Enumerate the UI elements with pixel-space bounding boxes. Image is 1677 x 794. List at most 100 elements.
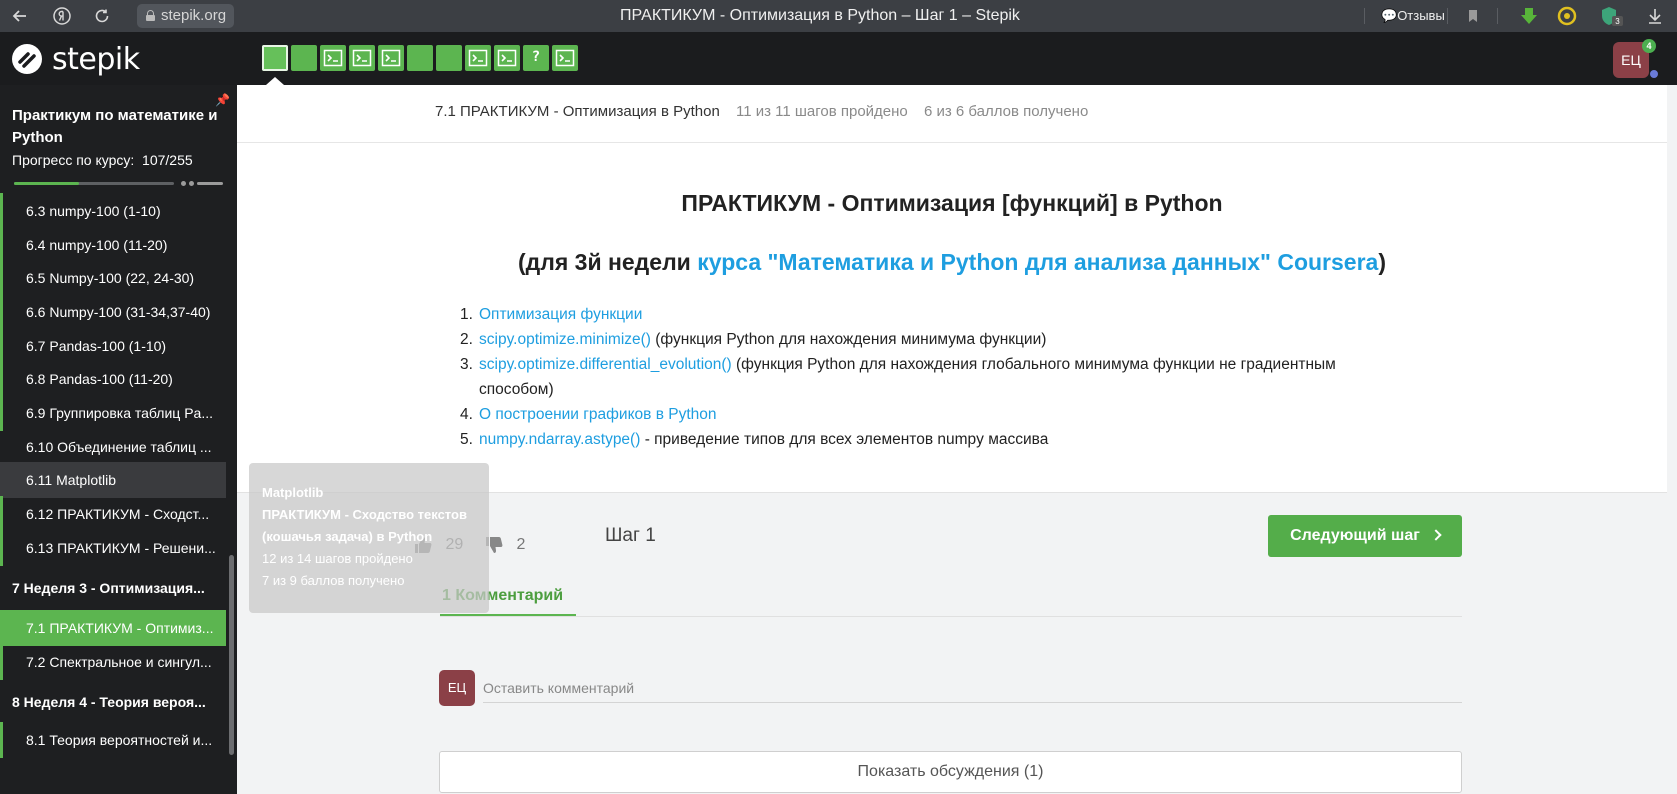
resource-description: - приведение типов для всех элементов nu… <box>640 431 1049 448</box>
sidebar-section[interactable]: 7 Неделя 3 - Оптимизация... <box>0 570 226 608</box>
resource-link[interactable]: scipy.optimize.differential_evolution() <box>479 356 732 373</box>
tooltip-steps: 12 из 14 шагов пройдено <box>262 551 413 566</box>
course-sidebar: 📌 Практикум по математике и Python Прогр… <box>0 85 237 794</box>
step-5-code[interactable] <box>378 45 404 71</box>
yandex-icon[interactable] <box>52 6 72 26</box>
dislikes-count: 2 <box>516 536 526 553</box>
terminal-icon <box>497 49 517 67</box>
lesson-title[interactable]: 7.1 ПРАКТИКУМ - Оптимизация в Python <box>435 103 720 120</box>
sidebar-lesson-item[interactable]: 6.5 Numpy-100 (22, 24-30) <box>0 260 226 296</box>
step-4-code[interactable] <box>349 45 375 71</box>
toolbar-divider <box>1497 8 1498 24</box>
tooltip-points: 7 из 9 баллов получено <box>262 573 405 588</box>
page-scrollbar[interactable] <box>1667 85 1677 794</box>
lock-icon <box>146 10 155 21</box>
sidebar-lesson-item[interactable]: 7.1 ПРАКТИКУМ - Оптимиз... <box>0 610 226 646</box>
download-icon[interactable] <box>1645 6 1665 26</box>
resource-list-item: 2. scipy.optimize.minimize() (функция Pyt… <box>460 331 1047 348</box>
resource-description: (функция Python для нахождения минимума … <box>650 331 1047 348</box>
step-subheading: (для 3й недели курса "Математика и Pytho… <box>518 249 1386 275</box>
show-discussions-button[interactable]: Показать обсуждения (1) <box>439 751 1462 793</box>
back-arrow-icon[interactable] <box>10 6 30 26</box>
resource-list: 1. Оптимизация функции 2. scipy.optimize.mi… <box>460 302 1390 452</box>
next-step-button[interactable]: Следующий шаг <box>1268 515 1462 557</box>
progress-value: 107/255 <box>142 152 193 168</box>
lesson-tooltip: Matplotlib ПРАКТИКУМ - Сходство текстов … <box>249 463 489 613</box>
sidebar-lesson-item[interactable]: 6.6 Numpy-100 (31-34,37-40) <box>0 294 226 330</box>
resource-list-item: 3. scipy.optimize.differential_evolution(… <box>460 356 1336 398</box>
stepik-logo[interactable]: stepik <box>10 41 140 77</box>
step-1-text[interactable] <box>262 45 288 71</box>
sidebar-lesson-item[interactable]: 8.1 Теория вероятностей и... <box>0 722 226 758</box>
sidebar-scrollbar[interactable] <box>229 555 234 755</box>
resource-list-item: 4. О построении графиков в Python <box>460 406 717 423</box>
step-heading: ПРАКТИКУМ - Оптимизация [функций] в Pyth… <box>681 190 1223 216</box>
address-text: stepik.org <box>161 7 227 24</box>
active-step-pointer <box>266 77 284 85</box>
step-navigation: ? <box>262 45 578 71</box>
step-2-text[interactable] <box>291 45 317 71</box>
comment-input[interactable] <box>483 673 1462 703</box>
chevron-right-icon <box>1430 529 1442 541</box>
step-3-code[interactable] <box>320 45 346 71</box>
terminal-icon <box>468 49 488 67</box>
steps-done: 11 из 11 шагов пройдено <box>735 103 908 120</box>
sidebar-lesson-item[interactable]: 6.12 ПРАКТИКУМ - Сходст... <box>0 496 226 532</box>
step-8-code[interactable] <box>465 45 491 71</box>
resource-link[interactable]: scipy.optimize.minimize() <box>479 331 651 348</box>
reviews-button[interactable]: 💬Отзывы <box>1373 6 1453 26</box>
sidebar-lesson-item[interactable]: 6.7 Pandas-100 (1-10) <box>0 328 226 364</box>
question-icon: ? <box>531 49 541 65</box>
terminal-icon <box>381 49 401 67</box>
sidebar-lesson-item[interactable]: 6.4 numpy-100 (11-20) <box>0 227 226 263</box>
status-dot <box>1650 70 1658 78</box>
speech-bubble-icon: 💬 <box>1381 8 1398 23</box>
stepik-logo-icon <box>12 44 42 74</box>
sidebar-lesson-item[interactable]: 6.9 Группировка таблиц Pa... <box>0 395 226 431</box>
course-title[interactable]: Практикум по математике и Python <box>12 105 222 149</box>
reload-icon[interactable] <box>92 6 112 26</box>
sidebar-lesson-item[interactable]: 6.8 Pandas-100 (11-20) <box>0 361 226 397</box>
logo-text: stepik <box>52 41 140 77</box>
progress-bar-fill <box>14 182 79 185</box>
step-11-code[interactable] <box>552 45 578 71</box>
reviews-label: Отзывы <box>1397 8 1445 23</box>
sidebar-section[interactable]: 8 Неделя 4 - Теория вероя... <box>0 684 226 722</box>
sidebar-lesson-item[interactable]: 6.3 numpy-100 (1-10) <box>0 193 226 229</box>
shield-extension-icon[interactable]: 3 <box>1599 6 1623 26</box>
progress-bar <box>14 181 224 186</box>
terminal-icon <box>352 49 372 67</box>
step-10-quiz[interactable]: ? <box>523 45 549 71</box>
toolbar-divider <box>1364 8 1365 24</box>
resource-link[interactable]: numpy.ndarray.astype() <box>479 431 640 448</box>
course-progress: Прогресс по курсу: 107/255 <box>12 152 193 168</box>
step-6-text[interactable] <box>407 45 433 71</box>
notification-badge[interactable]: 4 <box>1642 39 1656 53</box>
download-green-icon[interactable] <box>1519 6 1539 26</box>
app-header: stepik ? ЕЦ 4 <box>0 32 1677 85</box>
tooltip-ghost-title: ПРАКТИКУМ - Сходство текстов <box>262 507 467 522</box>
sidebar-lesson-item[interactable]: 6.11 Matplotlib <box>0 462 226 498</box>
extension-yellow-icon[interactable] <box>1557 6 1577 26</box>
dislike-button[interactable]: 2 <box>484 530 525 560</box>
extension-badge: 3 <box>1615 17 1620 26</box>
tooltip-ghost-subtitle: (кошачья задача) в Python <box>262 529 433 544</box>
points-earned: 6 из 6 баллов получено <box>923 103 1089 120</box>
main-content: 7.1 ПРАКТИКУМ - Оптимизация в Python 11 … <box>237 85 1667 794</box>
toolbar-divider <box>1447 8 1448 24</box>
next-step-label: Следующий шаг <box>1290 527 1420 544</box>
resource-link[interactable]: Оптимизация функции <box>479 306 642 323</box>
resource-link[interactable]: О построении графиков в Python <box>479 406 717 423</box>
step-9-code[interactable] <box>494 45 520 71</box>
tab-title: ПРАКТИКУМ - Оптимизация в Python – Шаг 1… <box>620 7 1020 24</box>
sidebar-lesson-item[interactable]: 6.10 Объединение таблиц ... <box>0 429 226 465</box>
resource-list-item: 5. numpy.ndarray.astype() - приведение ти… <box>460 431 1049 448</box>
address-bar[interactable]: stepik.org <box>137 4 235 28</box>
coursera-course-link[interactable]: курса "Математика и Python для анализа д… <box>697 249 1378 275</box>
bookmark-icon[interactable] <box>1463 6 1483 26</box>
progress-label: Прогресс по курсу: <box>12 152 135 168</box>
step-7-text[interactable] <box>436 45 462 71</box>
resource-list-item: 1. Оптимизация функции <box>460 306 643 323</box>
sidebar-lesson-item[interactable]: 7.2 Спектральное и сингул... <box>0 644 226 680</box>
sidebar-lesson-item[interactable]: 6.13 ПРАКТИКУМ - Решени... <box>0 530 226 566</box>
